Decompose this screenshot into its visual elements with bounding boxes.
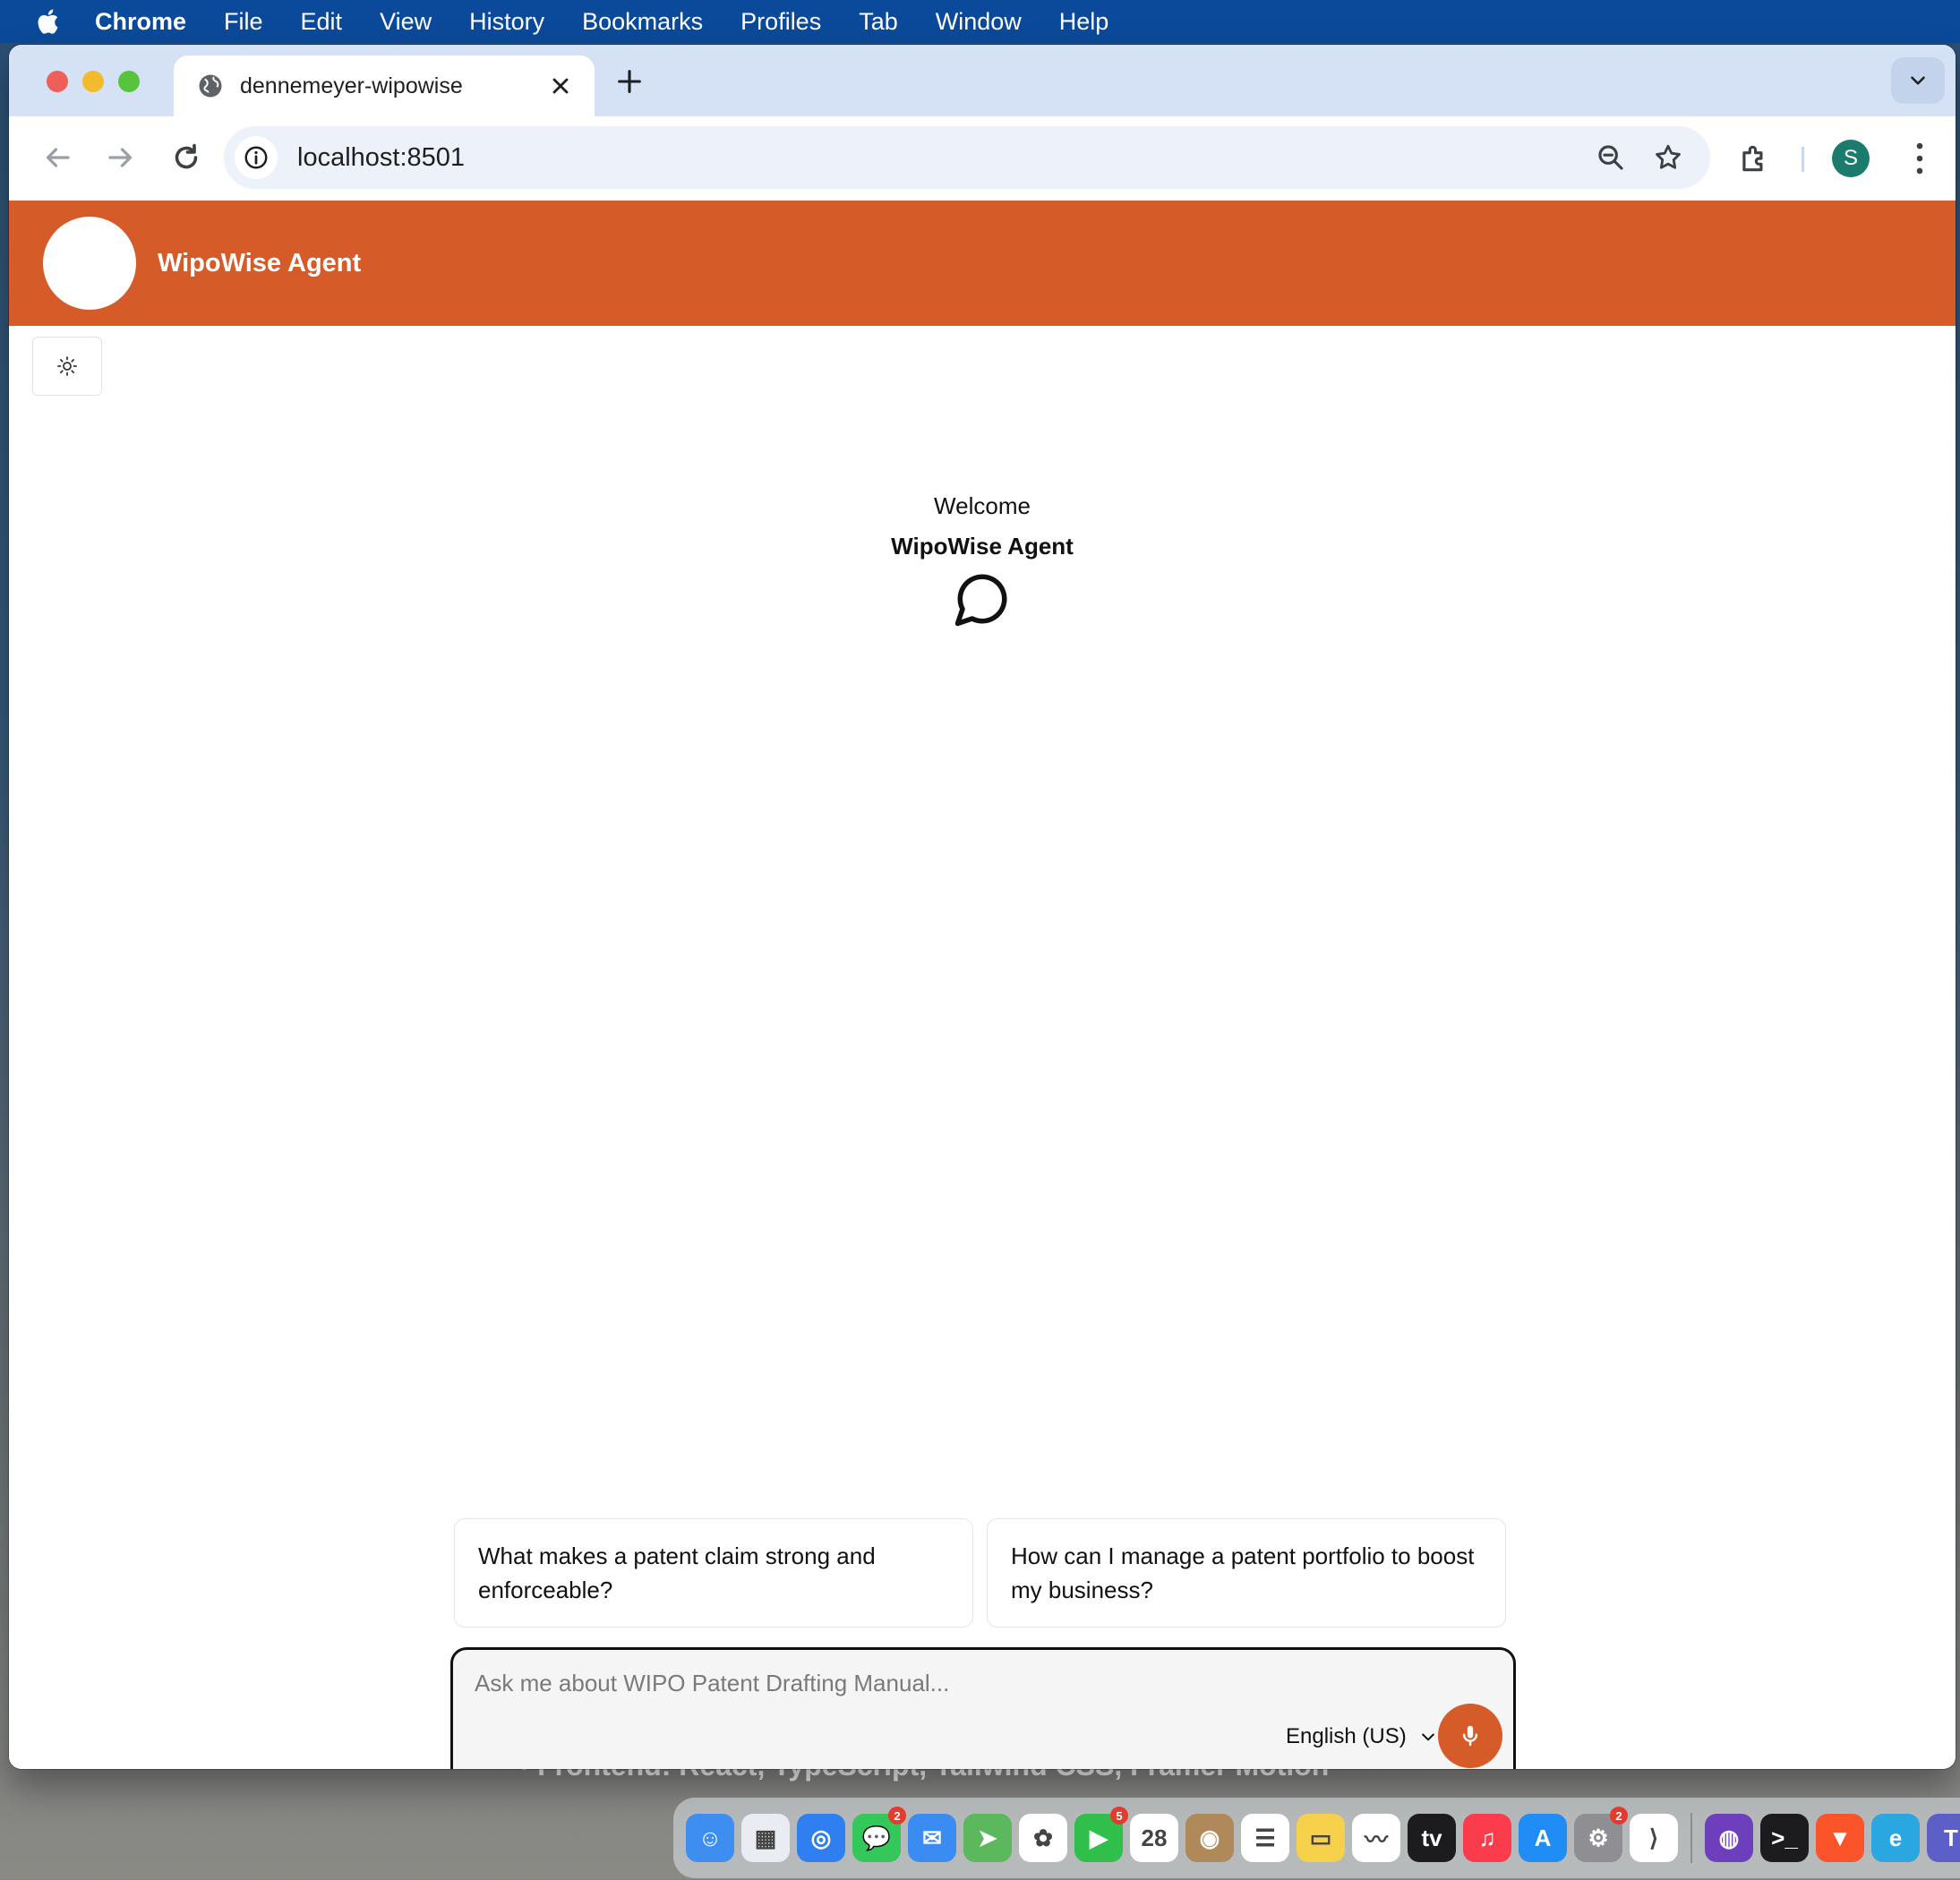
brave-dock-icon[interactable]: ▼ [1816,1814,1864,1862]
address-bar[interactable]: localhost:8501 [224,126,1710,189]
app-logo [43,217,136,310]
photos-dock-icon[interactable]: ✿ [1019,1814,1067,1862]
tab-search-button[interactable] [1891,57,1945,104]
notes-dock-icon[interactable]: ▭ [1297,1814,1345,1862]
window-zoom-button[interactable] [118,71,140,92]
web-page: WipoWise Agent Welcome WipoWise Agent Wh… [9,201,1956,1769]
chevron-down-icon [1911,76,1925,85]
profile-avatar[interactable]: S [1832,140,1870,177]
language-select[interactable]: English (US) [1286,1714,1437,1759]
bookmark-star-icon[interactable] [1653,142,1683,173]
chat-input[interactable] [473,1664,1461,1702]
freeform-dock-icon[interactable]: 〰 [1352,1814,1400,1862]
suggestion-card[interactable]: What makes a patent claim strong and enf… [454,1518,973,1628]
app-title: WipoWise Agent [158,248,362,278]
menu-history[interactable]: History [469,8,544,36]
back-arrow-icon[interactable] [41,141,73,174]
chat-bubble-icon [954,574,1007,627]
toolbar-divider [1802,147,1804,172]
microphone-icon [1462,1725,1478,1747]
browser-toolbar: localhost:8501 S [9,116,1956,201]
forward-arrow-icon[interactable] [105,141,137,174]
tv-dock-icon[interactable]: tv [1408,1814,1456,1862]
messages-dock-icon[interactable]: 💬 2 [852,1807,906,1862]
app-header: WipoWise Agent [9,201,1956,326]
macos-dock: ☺ ▦ ◎ 💬 2 ✉ ➤ ✿ ▶ 5 28 ◉ ☰ ▭ 〰 tv ♫ A ⚙ 2 ⟩ ◍ >_ ▼ e T [673,1798,1960,1878]
menu-view[interactable]: View [380,8,432,36]
edge-dock-icon[interactable]: e [1871,1814,1920,1862]
teams-dock-icon[interactable]: T [1927,1814,1960,1862]
menu-bookmarks[interactable]: Bookmarks [582,8,703,36]
extensions-puzzle-icon[interactable] [1737,141,1771,175]
browser-window: dennemeyer-wipowise localhost:8501 S Wip… [9,45,1956,1769]
reminders-dock-icon[interactable]: ☰ [1241,1814,1289,1862]
menu-chrome[interactable]: Chrome [95,8,186,36]
app-store-dock-icon[interactable]: A [1519,1814,1567,1862]
menu-window[interactable]: Window [936,8,1022,36]
vscode-dock-icon[interactable]: ⟩ [1630,1814,1678,1862]
facetime-dock-icon[interactable]: ▶ 5 [1074,1807,1128,1862]
music-dock-icon[interactable]: ♫ [1463,1814,1511,1862]
finder-dock-icon[interactable]: ☺ [686,1814,734,1862]
welcome-text: Welcome [934,492,1031,519]
mail-dock-icon[interactable]: ✉ [908,1814,956,1862]
notification-badge: 5 [1110,1807,1128,1824]
browser-tab[interactable]: dennemeyer-wipowise [174,56,595,116]
reload-icon[interactable] [170,141,202,174]
contacts-dock-icon[interactable]: ◉ [1185,1814,1234,1862]
menu-tab[interactable]: Tab [859,8,898,36]
language-label: English (US) [1286,1724,1407,1748]
info-icon [244,146,268,169]
apple-menu-icon[interactable] [34,6,64,37]
launchpad-dock-icon[interactable]: ▦ [741,1814,790,1862]
menu-profiles[interactable]: Profiles [740,8,821,36]
notification-badge: 2 [1610,1807,1628,1824]
more-menu-icon[interactable] [1914,141,1925,175]
welcome-section: Welcome WipoWise Agent [9,492,1956,633]
url-text: localhost:8501 [297,142,466,172]
window-close-button[interactable] [47,71,68,92]
notification-badge: 2 [888,1807,906,1824]
terminal-dock-icon[interactable]: >_ [1760,1814,1809,1862]
menu-help[interactable]: Help [1059,8,1109,36]
menu-edit[interactable]: Edit [301,8,343,36]
suggestion-card[interactable]: How can I manage a patent portfolio to b… [987,1518,1506,1628]
theme-toggle-button[interactable] [32,337,102,396]
zoom-icon[interactable] [1596,142,1626,173]
chat-input-box: English (US) [450,1647,1516,1769]
new-tab-icon[interactable] [614,66,645,97]
maps-dock-icon[interactable]: ➤ [963,1814,1012,1862]
calendar-dock-icon[interactable]: 28 [1130,1814,1178,1862]
close-icon[interactable] [548,73,573,98]
site-info-button[interactable] [235,136,278,179]
safari-dock-icon[interactable]: ◎ [797,1814,845,1862]
tab-title: dennemeyer-wipowise [240,73,463,98]
chevron-down-icon [1421,1733,1434,1741]
system-settings-dock-icon[interactable]: ⚙ 2 [1574,1807,1628,1862]
globe-icon [199,74,222,98]
macos-menu-bar: Chrome File Edit View History Bookmarks … [0,0,1960,43]
microphone-button[interactable] [1438,1704,1502,1768]
menu-file[interactable]: File [224,8,263,36]
dock-separator [1690,1813,1692,1863]
window-minimize-button[interactable] [82,71,104,92]
github-desktop-dock-icon[interactable]: ◍ [1705,1814,1753,1862]
sun-icon [57,356,77,376]
welcome-agent-name: WipoWise Agent [891,533,1074,560]
tab-strip: dennemeyer-wipowise [9,45,1956,116]
